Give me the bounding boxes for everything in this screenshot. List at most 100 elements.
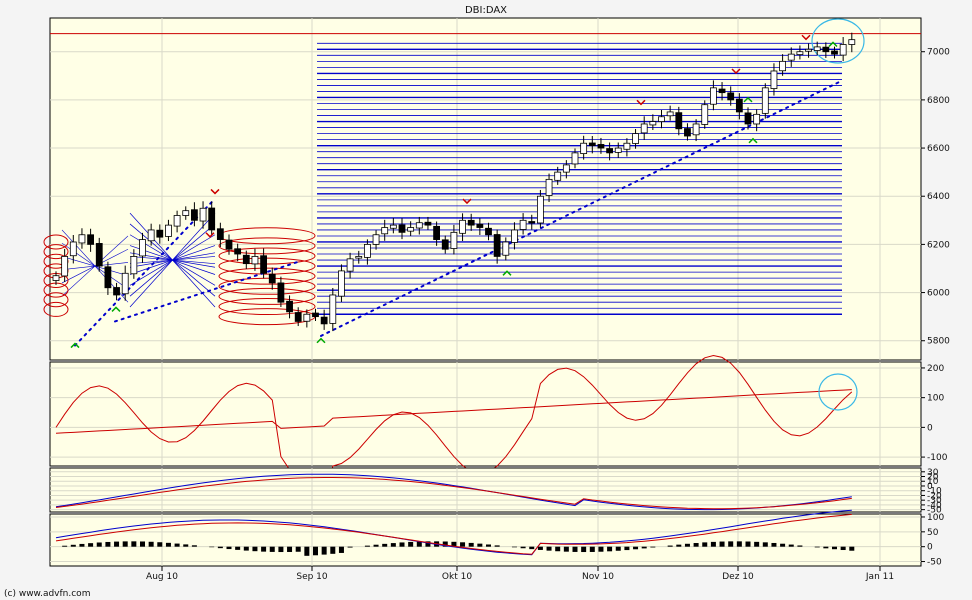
histogram-bar	[494, 545, 500, 547]
candle-body	[537, 195, 544, 224]
histogram-bar	[399, 542, 405, 547]
candle-body	[735, 98, 743, 113]
histogram-bar	[633, 546, 639, 550]
candle-body	[692, 123, 700, 136]
candle-body	[476, 223, 484, 228]
histogram-bar	[157, 542, 163, 547]
histogram-bar	[252, 546, 258, 552]
candle-body	[710, 87, 717, 105]
histogram-bar	[148, 541, 154, 547]
candle-body	[398, 224, 406, 233]
candle-body	[363, 243, 371, 258]
histogram-bar	[269, 546, 275, 552]
histogram-bar	[62, 545, 68, 547]
histogram-bar	[788, 544, 794, 547]
histogram-bar	[702, 542, 708, 547]
histogram-bar	[529, 546, 535, 550]
histogram-bar	[823, 546, 829, 549]
x-tick-label: Nov 10	[582, 572, 614, 582]
candle-body	[485, 227, 492, 236]
histogram-bar	[338, 546, 344, 553]
candle-body	[614, 147, 622, 153]
candle-body	[848, 39, 856, 45]
histogram-bar	[650, 546, 656, 548]
candle-body	[805, 48, 812, 52]
y-tick-label: 0	[927, 543, 933, 553]
candle-body	[208, 207, 216, 231]
histogram-bar	[667, 545, 673, 547]
candle-body	[493, 234, 501, 257]
histogram-bar	[460, 542, 466, 547]
candle-body	[813, 46, 821, 51]
y-tick-label: 100	[927, 513, 944, 523]
histogram-bar	[572, 546, 578, 552]
y-tick-label: 6600	[927, 144, 950, 154]
candle-body	[87, 234, 94, 245]
chart-title: DBI:DAX	[465, 5, 507, 16]
histogram-bar	[546, 546, 552, 551]
histogram-bar	[278, 546, 284, 553]
candle-body	[165, 224, 172, 237]
candle-body	[95, 243, 103, 267]
candle-body	[139, 239, 146, 257]
candle-body	[545, 178, 553, 196]
candle-body	[597, 144, 605, 149]
histogram-bar	[373, 544, 379, 547]
candle-body	[787, 53, 795, 61]
histogram-bar	[330, 546, 336, 554]
histogram-bar	[615, 546, 621, 551]
histogram-bar	[719, 541, 725, 547]
candle-body	[312, 312, 319, 318]
candle-body	[355, 256, 363, 259]
histogram-bar	[70, 544, 76, 547]
candle-body	[744, 112, 752, 125]
histogram-bar	[390, 543, 396, 547]
x-tick-label: Sep 10	[296, 572, 328, 582]
candle-body	[381, 227, 389, 235]
candle-body	[727, 92, 735, 101]
histogram-bar	[364, 545, 370, 547]
y-tick-label: 200	[927, 364, 944, 374]
candle-body	[320, 316, 328, 325]
histogram-bar	[114, 541, 120, 547]
candle-body	[632, 133, 639, 144]
histogram-bar	[79, 543, 85, 547]
candle-body	[770, 70, 778, 89]
candle-body	[831, 50, 838, 55]
candle-body	[502, 241, 510, 256]
x-tick-label: Okt 10	[442, 572, 472, 582]
histogram-bar	[832, 546, 837, 550]
candle-body	[286, 300, 293, 313]
candle-body	[528, 221, 536, 224]
candle-body	[372, 234, 380, 245]
y-tick-label: 0	[927, 423, 933, 433]
y-tick-label: -100	[927, 453, 948, 463]
candle-body	[147, 229, 155, 242]
histogram-bar	[105, 541, 111, 547]
x-tick-label: Jan 11	[865, 572, 894, 582]
candle-body	[606, 148, 613, 154]
y-tick-label: 6000	[927, 289, 950, 299]
histogram-bar	[745, 541, 751, 547]
candle-body	[52, 275, 60, 281]
y-tick-label: 6400	[927, 192, 950, 202]
histogram-bar	[408, 541, 414, 547]
candle-body	[251, 256, 259, 265]
histogram-bar	[313, 546, 318, 556]
histogram-bar	[581, 546, 587, 553]
candle-body	[441, 239, 449, 250]
candle-body	[182, 210, 190, 216]
candle-body	[199, 207, 207, 222]
histogram-bar	[122, 541, 128, 547]
histogram-bar	[589, 546, 595, 552]
candle-body	[69, 241, 77, 257]
y-tick-label: 100	[927, 394, 944, 404]
histogram-bar	[754, 541, 760, 547]
histogram-bar	[797, 545, 803, 547]
histogram-bar	[693, 543, 699, 547]
footer-copyright: (c) www.advfn.com	[4, 589, 90, 599]
histogram-bar	[511, 546, 517, 548]
histogram-bar	[607, 546, 613, 552]
candle-body	[104, 266, 112, 289]
histogram-bar	[295, 546, 301, 552]
